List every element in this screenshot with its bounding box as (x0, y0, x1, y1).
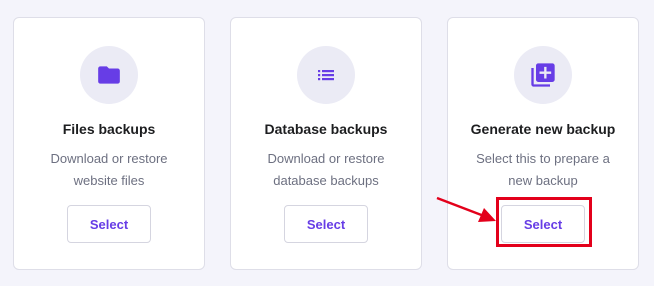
annotation-highlight-box (496, 197, 592, 247)
card-description: Select this to prepare a new backup (458, 148, 628, 192)
card-description-line: website files (73, 173, 145, 188)
card-title: Files backups (62, 121, 156, 137)
card-description: Download or restore database backups (241, 148, 411, 192)
card-title: Generate new backup (470, 121, 616, 137)
card-description-line: database backups (273, 173, 379, 188)
card-description-line: Download or restore (50, 151, 168, 166)
folder-icon (80, 46, 138, 104)
card-description-line: new backup (508, 173, 578, 188)
card-description-line: Select this to prepare a (476, 151, 610, 166)
files-backups-select-button[interactable]: Select (67, 205, 151, 243)
database-backups-card: Database backups Download or restore dat… (230, 17, 422, 270)
add-copy-icon (514, 46, 572, 104)
card-title: Database backups (264, 121, 388, 137)
files-backups-card: Files backups Download or restore websit… (13, 17, 205, 270)
database-backups-select-button[interactable]: Select (284, 205, 368, 243)
card-description: Download or restore website files (24, 148, 194, 192)
list-icon (297, 46, 355, 104)
annotation-arrow-icon (436, 196, 496, 222)
card-description-line: Download or restore (267, 151, 385, 166)
